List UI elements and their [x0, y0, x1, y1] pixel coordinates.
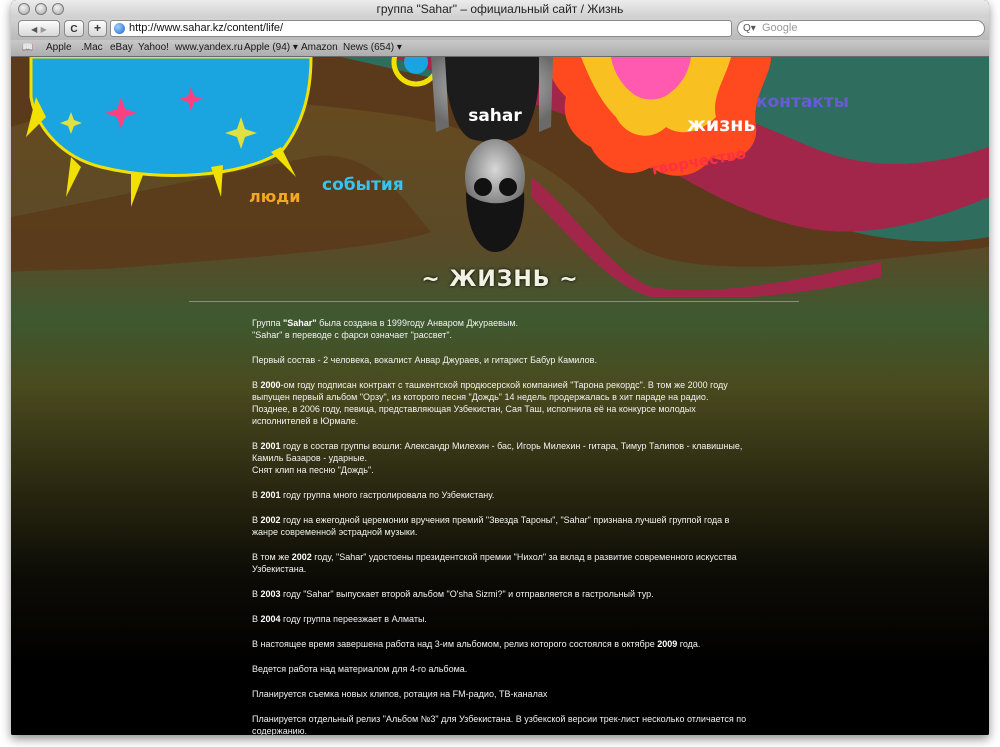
- address-bar[interactable]: http://www.sahar.kz/content/life/: [110, 20, 732, 37]
- nav-life[interactable]: жизнь: [687, 114, 755, 136]
- paragraph-text: В: [252, 490, 261, 500]
- bookmark-ebay[interactable]: eBay: [110, 42, 133, 53]
- add-bookmark-button[interactable]: +: [88, 20, 107, 37]
- search-field[interactable]: Q▾ Google: [737, 20, 985, 37]
- paragraph-text: В: [252, 614, 261, 624]
- figure-shirt: [443, 57, 540, 143]
- window-title: группа "Sahar" – официальный сайт / Жизн…: [376, 2, 624, 16]
- paragraph-text: В: [252, 515, 261, 525]
- emphasis-text: 2001: [260, 490, 281, 500]
- emphasis-text: 2009: [657, 639, 678, 649]
- paragraph-text: -ом году подписан контракт с ташкентской…: [252, 380, 728, 426]
- search-placeholder: Google: [762, 22, 798, 34]
- header-artwork: sahar люди события жизнь творчество конт…: [11, 57, 989, 297]
- article-paragraph: В том же 2002 году, "Sahar" удостоены пр…: [252, 551, 747, 575]
- paragraph-text: Первый состав - 2 человека, вокалист Анв…: [252, 355, 597, 365]
- blue-splash: [29, 57, 313, 177]
- paragraph-text: году "Sahar" выпускает второй альбом "O'…: [280, 589, 654, 599]
- address-url[interactable]: http://www.sahar.kz/content/life/: [129, 21, 283, 36]
- reload-button[interactable]: C: [64, 20, 84, 37]
- globe-icon: [114, 23, 125, 34]
- emphasis-text: 2002: [260, 515, 281, 525]
- plus-icon: +: [93, 21, 101, 35]
- emphasis-text: 2003: [260, 589, 281, 599]
- heading-divider: [189, 301, 799, 302]
- bookmark-apple[interactable]: Apple: [46, 42, 72, 53]
- page-header: ~ ЖИЗНЬ ~: [11, 267, 989, 292]
- bookmark-news-folder[interactable]: News (654) ▾: [343, 42, 402, 53]
- nav-contacts[interactable]: контакты: [756, 92, 849, 112]
- article-paragraph: Ведется работа над материалом для 4-го а…: [252, 663, 747, 675]
- page-title: ~ ЖИЗНЬ ~: [421, 267, 579, 292]
- emphasis-text: 2000: [260, 380, 281, 390]
- bookmark-yandex[interactable]: www.yandex.ru: [175, 42, 243, 53]
- paragraph-text: году, "Sahar" удостоены президентской пр…: [252, 552, 737, 574]
- paragraph-text: Группа: [252, 318, 284, 328]
- paragraph-text: В: [252, 589, 261, 599]
- back-arrow-icon[interactable]: ◀: [31, 25, 37, 34]
- paragraph-text: В настоящее время завершена работа над 3…: [252, 639, 658, 649]
- paragraph-text: "Sahar" в переводе с фарси означает "рас…: [252, 330, 453, 340]
- paragraph-text: году в состав группы вошли: Александр Ми…: [252, 441, 743, 463]
- reload-icon: C: [70, 24, 78, 35]
- browser-toolbar: ◀ ▶ C + http://www.sahar.kz/content/life…: [11, 18, 989, 40]
- back-forward-button[interactable]: ◀ ▶: [18, 20, 60, 37]
- article-paragraph: В 2001 году в состав группы вошли: Алекс…: [252, 440, 747, 476]
- article-body: Группа "Sahar" была создана в 1999году А…: [252, 317, 747, 735]
- paragraph-text: году на ежегодной церемонии вручения пре…: [252, 515, 730, 537]
- bookmarks-bar: 📖 Apple .Mac eBay Yahoo! www.yandex.ru A…: [11, 40, 989, 57]
- paragraph-text: В: [252, 380, 261, 390]
- paragraph-text: Снят клип на песню "Дождь".: [252, 465, 374, 475]
- nav-people[interactable]: люди: [249, 187, 300, 206]
- search-icon[interactable]: Q▾: [743, 21, 756, 36]
- book-icon[interactable]: 📖: [22, 42, 33, 53]
- paragraph-text: В том же: [252, 552, 292, 562]
- paragraph-text: году группа переезжает в Алматы.: [280, 614, 427, 624]
- browser-window: группа "Sahar" – официальный сайт / Жизн…: [11, 0, 989, 735]
- emphasis-text: 2002: [291, 552, 312, 562]
- forward-arrow-icon[interactable]: ▶: [41, 25, 47, 34]
- sunglasses-right: [499, 178, 517, 196]
- paragraph-text: года.: [677, 639, 701, 649]
- bookmark-mac[interactable]: .Mac: [81, 42, 103, 53]
- emphasis-text: 2004: [260, 614, 281, 624]
- article-paragraph: Группа "Sahar" была создана в 1999году А…: [252, 317, 747, 341]
- article-paragraph: В настоящее время завершена работа над 3…: [252, 638, 747, 650]
- sunglasses-left: [474, 178, 492, 196]
- article-paragraph: Планируется съемка новых клипов, ротация…: [252, 688, 747, 700]
- sahar-logo[interactable]: sahar: [468, 106, 522, 126]
- nav-events[interactable]: события: [322, 175, 404, 195]
- article-paragraph: В 2001 году группа много гастролировала …: [252, 489, 747, 501]
- emphasis-text: "Sahar": [283, 318, 317, 328]
- bookmark-apple-folder[interactable]: Apple (94) ▾: [244, 42, 298, 53]
- paragraph-text: была создана в 1999году Анваром Джураевы…: [316, 318, 519, 328]
- article-paragraph: В 2000-ом году подписан контракт с ташке…: [252, 379, 747, 427]
- paragraph-text: В: [252, 441, 261, 451]
- emphasis-text: 2001: [260, 441, 281, 451]
- article-paragraph: Первый состав - 2 человека, вокалист Анв…: [252, 354, 747, 366]
- paragraph-text: Планируется съемка новых клипов, ротация…: [252, 689, 548, 699]
- article-paragraph: В 2003 году "Sahar" выпускает второй аль…: [252, 588, 747, 600]
- title-bar: группа "Sahar" – официальный сайт / Жизн…: [11, 0, 989, 18]
- web-page: sahar люди события жизнь творчество конт…: [11, 57, 989, 735]
- paragraph-text: Ведется работа над материалом для 4-го а…: [252, 664, 468, 674]
- paragraph-text: Планируется отдельный релиз "Альбом №3" …: [252, 714, 747, 735]
- article-paragraph: В 2004 году группа переезжает в Алматы.: [252, 613, 747, 625]
- bookmark-amazon[interactable]: Amazon: [301, 42, 338, 53]
- article-paragraph: В 2002 году на ежегодной церемонии вруче…: [252, 514, 747, 538]
- bookmark-yahoo[interactable]: Yahoo!: [138, 42, 169, 53]
- paragraph-text: году группа много гастролировала по Узбе…: [280, 490, 495, 500]
- article-paragraph: Планируется отдельный релиз "Альбом №3" …: [252, 713, 747, 735]
